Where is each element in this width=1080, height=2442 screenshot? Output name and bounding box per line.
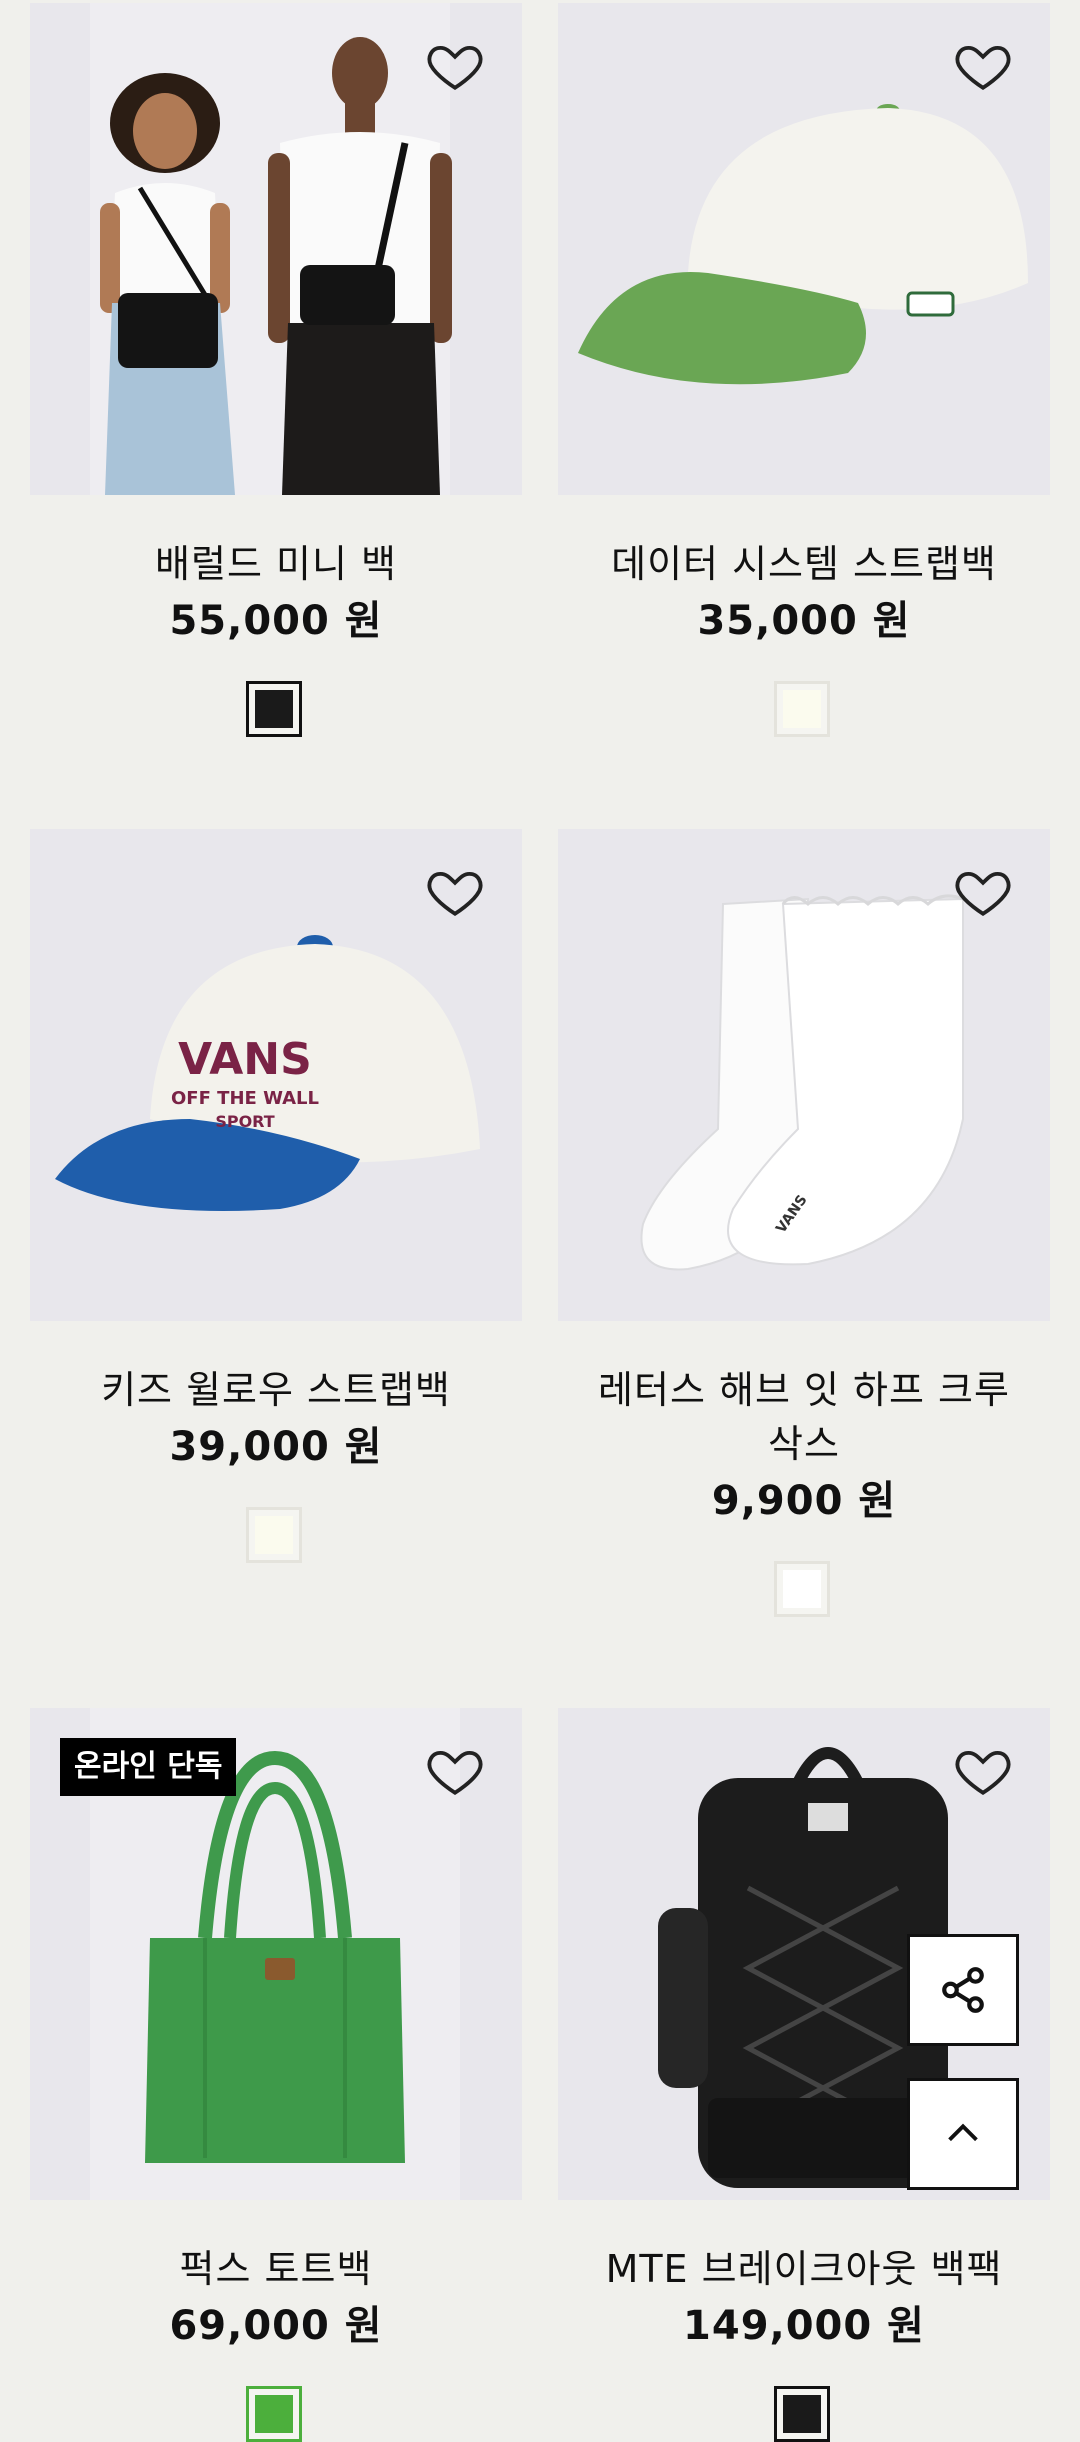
product-image[interactable] [558,3,1050,495]
product-name[interactable]: 키즈 윌로우 스트랩백 [30,1363,522,1417]
product-image[interactable]: VANS [558,829,1050,1321]
product-image[interactable]: 온라인 단독 [30,1708,522,2200]
product-name-line-2[interactable]: 삭스 [558,1417,1050,1471]
share-button[interactable] [907,1934,1019,2046]
product-price: 39,000 원 [169,1424,383,1470]
heart-outline-icon[interactable] [424,1742,486,1800]
svg-text:OFF THE WALL: OFF THE WALL [171,1088,319,1109]
product-card[interactable]: VANS 레터스 해브 잇 하프 크루 삭스 9,900 원 [558,829,1050,1629]
product-image[interactable] [30,3,522,495]
product-card[interactable]: MTE 브레이크아웃 백팩 149,000 원 [558,1708,1050,2442]
color-swatch[interactable] [246,1507,302,1563]
online-exclusive-badge: 온라인 단독 [60,1738,237,1796]
product-card[interactable]: 데이터 시스템 스트랩백 35,000 원 [558,3,1050,763]
color-swatch[interactable] [774,2386,830,2442]
heart-outline-icon[interactable] [424,37,486,95]
product-price: 35,000 원 [697,598,911,644]
color-swatch[interactable] [774,681,830,737]
svg-text:SPORT: SPORT [215,1112,274,1131]
product-price: 9,900 원 [711,1478,897,1524]
heart-outline-icon[interactable] [952,1742,1014,1800]
scroll-to-top-button[interactable] [907,2078,1019,2190]
share-icon [942,1967,984,2013]
color-swatch[interactable] [246,681,302,737]
product-card[interactable]: VANS OFF THE WALL SPORT 키즈 윌로우 스트랩백 39,0… [30,829,522,1589]
product-price: 69,000 원 [169,2303,383,2349]
product-card[interactable]: 온라인 단독 퍽스 토트백 69,000 원 [30,1708,522,2442]
product-image[interactable]: VANS OFF THE WALL SPORT [30,829,522,1321]
heart-outline-icon[interactable] [952,863,1014,921]
svg-text:VANS: VANS [178,1034,312,1085]
heart-outline-icon[interactable] [952,37,1014,95]
product-price: 149,000 원 [683,2303,925,2349]
product-name-line-1[interactable]: 레터스 해브 잇 하프 크루 [558,1363,1050,1417]
color-swatch[interactable] [246,2386,302,2442]
product-name[interactable]: 배럴드 미니 백 [30,537,522,591]
color-swatch[interactable] [774,1561,830,1617]
product-card[interactable]: 배럴드 미니 백 55,000 원 [30,3,522,763]
product-name[interactable]: 퍽스 토트백 [30,2242,522,2296]
product-name[interactable]: MTE 브레이크아웃 백팩 [558,2242,1050,2296]
heart-outline-icon[interactable] [424,863,486,921]
product-price: 55,000 원 [169,598,383,644]
product-name[interactable]: 데이터 시스템 스트랩백 [558,537,1050,591]
chevron-up-icon [948,2123,978,2142]
